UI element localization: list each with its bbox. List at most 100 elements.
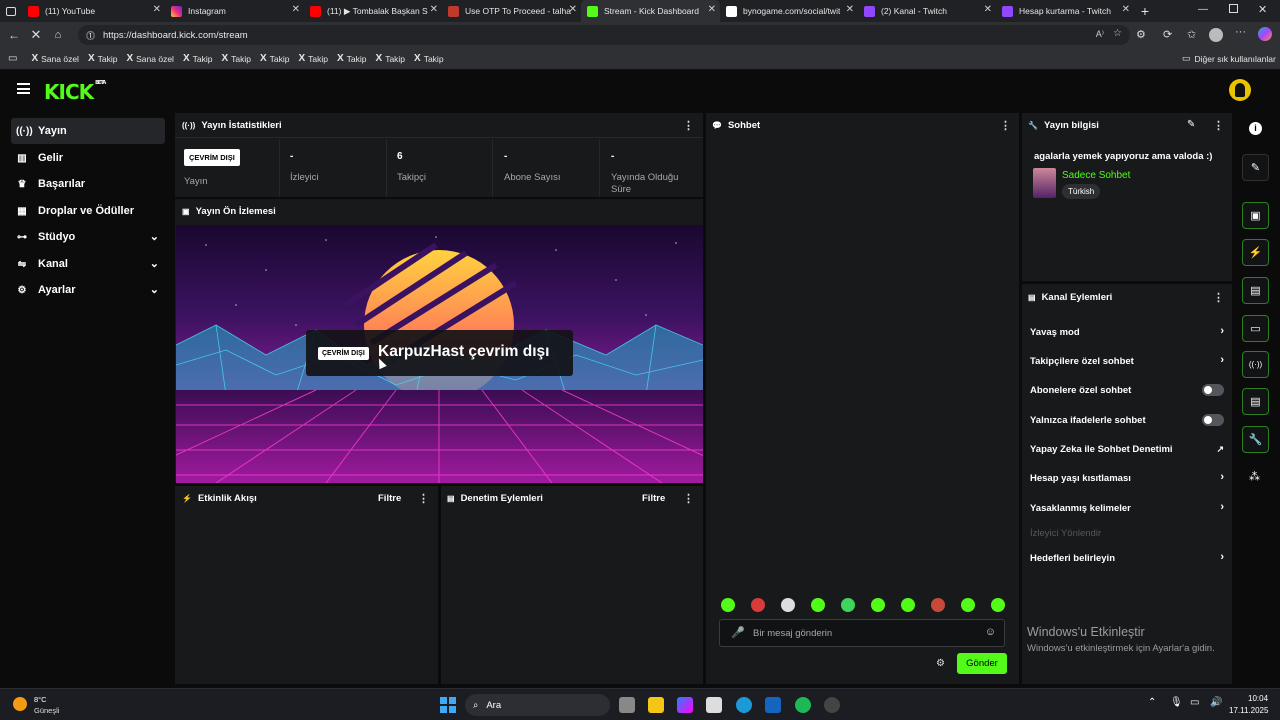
tab-youtube[interactable]: (11) YouTube ✕ (22, 0, 165, 22)
moderation-toggle[interactable]: ▤ (1242, 277, 1269, 304)
kick-logo[interactable]: KICK BETA (44, 80, 106, 104)
bookmark-item[interactable]: X Takip (414, 53, 444, 64)
more-widgets-icon[interactable]: ⁂ (1249, 470, 1260, 483)
spotify-icon[interactable] (795, 697, 811, 713)
emote-1-icon[interactable] (721, 598, 735, 612)
emote-4-icon[interactable] (811, 598, 825, 612)
account-age-row[interactable]: Hesap yaşı kısıtlaması › (1030, 468, 1224, 488)
window-close-icon[interactable]: ✕ (1258, 3, 1267, 16)
tab-instagram[interactable]: Instagram ✕ (165, 0, 304, 22)
emote-2-icon[interactable] (751, 598, 765, 612)
tab-youtube-tombalak[interactable]: (11) ▶ Tombalak Başkan S ✕ (304, 0, 442, 22)
copilot-app-icon[interactable] (677, 697, 693, 713)
microphone-tray-icon[interactable]: 🎙 (1170, 697, 1183, 708)
tab-bynogame[interactable]: bynogame.com/social/twit ✕ (720, 0, 858, 22)
reload-stop-icon[interactable]: ✕ (28, 27, 44, 43)
sidebar-item-studyo[interactable]: ⊶ Stüdyo ⌄ (11, 224, 165, 250)
close-icon[interactable]: ✕ (708, 4, 716, 15)
edge-icon[interactable] (736, 697, 752, 713)
stats-menu-icon[interactable]: ⋮ (683, 119, 694, 132)
user-avatar[interactable] (1229, 79, 1251, 101)
emote-9-icon[interactable] (961, 598, 975, 612)
emote-6-icon[interactable] (871, 598, 885, 612)
chat-input[interactable]: 🎤 Bir mesaj gönderin ☺ (719, 619, 1005, 647)
stats-toggle[interactable]: ((·)) (1242, 351, 1269, 378)
steam-icon[interactable] (824, 697, 840, 713)
stream-info-toggle[interactable]: 🔧 (1242, 426, 1269, 453)
bookmark-item[interactable]: X Sana özel (126, 53, 173, 64)
emote-8-icon[interactable] (931, 598, 945, 612)
tab-twitch-kanal[interactable]: (2) Kanal - Twitch ✕ (858, 0, 996, 22)
extensions-icon[interactable]: ⚙ (1136, 28, 1146, 41)
moderation-filter-button[interactable]: Filtre (642, 493, 665, 504)
tab-kick-dashboard[interactable]: Stream - Kick Dashboard ✕ (581, 0, 720, 22)
tab-actions-icon[interactable] (0, 0, 22, 22)
home-icon[interactable]: ⌂ (50, 27, 66, 43)
file-explorer-icon[interactable] (648, 697, 664, 713)
bookmark-item[interactable]: X Takip (221, 53, 251, 64)
bookmark-item[interactable]: X Takip (376, 53, 406, 64)
back-icon[interactable]: ← (6, 27, 22, 43)
ai-moderation-row[interactable]: Yapay Zeka ile Sohbet Denetimi ↗ (1030, 439, 1224, 459)
weather-icon[interactable] (13, 697, 27, 711)
close-icon[interactable]: ✕ (430, 4, 438, 15)
activity-filter-button[interactable]: Filtre (378, 493, 401, 504)
taskbar-search[interactable]: ⌕ Ara (465, 694, 610, 716)
send-button[interactable]: Gönder (957, 653, 1007, 674)
close-icon[interactable]: ✕ (153, 4, 161, 15)
new-tab-button[interactable]: + (1134, 0, 1156, 22)
bookmark-item[interactable]: X Takip (298, 53, 328, 64)
sidebar-item-ayarlar[interactable]: ⚙ Ayarlar ⌄ (11, 277, 165, 303)
sidebar-item-basarilar[interactable]: ♛ Başarılar (11, 171, 165, 197)
sidebar-item-droplar[interactable]: ▦ Droplar ve Ödüller (11, 198, 165, 224)
edit-layout-button[interactable]: ✎ (1242, 154, 1269, 181)
bookmark-item[interactable]: X Takip (337, 53, 367, 64)
task-view-icon[interactable] (619, 697, 635, 713)
followers-only-row[interactable]: Takipçilere özel sohbet › (1030, 351, 1224, 371)
windows-start-icon[interactable] (440, 697, 456, 713)
sync-icon[interactable]: ⟳ (1163, 28, 1172, 41)
hamburger-menu-icon[interactable] (17, 83, 30, 94)
bookmark-item[interactable]: X Takip (260, 53, 290, 64)
stream-info-menu-icon[interactable]: ⋮ (1213, 119, 1224, 132)
url-field[interactable]: ⓵ https://dashboard.kick.com/stream A⁾ ☆ (78, 25, 1130, 45)
bookmark-menu-icon[interactable]: ▭ (8, 53, 17, 64)
copilot-icon[interactable] (1258, 27, 1272, 41)
activity-toggle[interactable]: ⚡ (1242, 239, 1269, 266)
close-icon[interactable]: ✕ (846, 4, 854, 15)
close-icon[interactable]: ✕ (1122, 4, 1130, 15)
emoji-icon[interactable]: ☺ (985, 626, 996, 638)
bookmark-item[interactable]: X Takip (88, 53, 118, 64)
tab-otp[interactable]: Use OTP To Proceed - talha ✕ (442, 0, 581, 22)
chat-settings-icon[interactable]: ⚙ (936, 658, 945, 669)
favorite-star-icon[interactable]: ☆ (1113, 28, 1122, 39)
favorites-icon[interactable]: ✩ (1187, 28, 1196, 41)
maximize-icon[interactable] (1229, 4, 1238, 13)
emote-7-icon[interactable] (901, 598, 915, 612)
site-info-icon[interactable]: ⓵ (86, 29, 95, 42)
category-link[interactable]: Sadece Sohbet (1062, 170, 1130, 181)
edit-pencil-icon[interactable]: ✎ (1187, 119, 1195, 130)
emote-10-icon[interactable] (991, 598, 1005, 612)
close-icon[interactable]: ✕ (569, 4, 577, 15)
close-icon[interactable]: ✕ (984, 4, 992, 15)
info-icon[interactable]: i (1249, 122, 1262, 135)
volume-icon[interactable]: 🔊 (1210, 697, 1222, 708)
minimize-icon[interactable]: — (1198, 4, 1208, 15)
stream-preview-toggle[interactable]: ▣ (1242, 202, 1269, 229)
emote-only-toggle[interactable] (1202, 414, 1224, 426)
emote-5-icon[interactable] (841, 598, 855, 612)
sidebar-item-gelir[interactable]: ▥ Gelir (11, 145, 165, 171)
tray-overflow-icon[interactable]: ⌃ (1148, 697, 1156, 708)
chat-menu-icon[interactable]: ⋮ (1000, 119, 1011, 132)
clock-date[interactable]: 17.11.2025 (1229, 706, 1268, 715)
bookmark-item[interactable]: X Takip (183, 53, 213, 64)
microphone-icon[interactable]: 🎤 (731, 626, 745, 639)
clock-time[interactable]: 10:04 (1248, 694, 1268, 703)
subscribers-only-toggle[interactable] (1202, 384, 1224, 396)
read-aloud-icon[interactable]: A⁾ (1096, 29, 1104, 40)
sidebar-item-yayin[interactable]: ((·)) Yayın (11, 118, 165, 144)
moderation-menu-icon[interactable]: ⋮ (683, 492, 694, 505)
more-menu-icon[interactable]: ··· (1235, 26, 1246, 38)
bookmark-item[interactable]: X Sana özel (31, 53, 78, 64)
